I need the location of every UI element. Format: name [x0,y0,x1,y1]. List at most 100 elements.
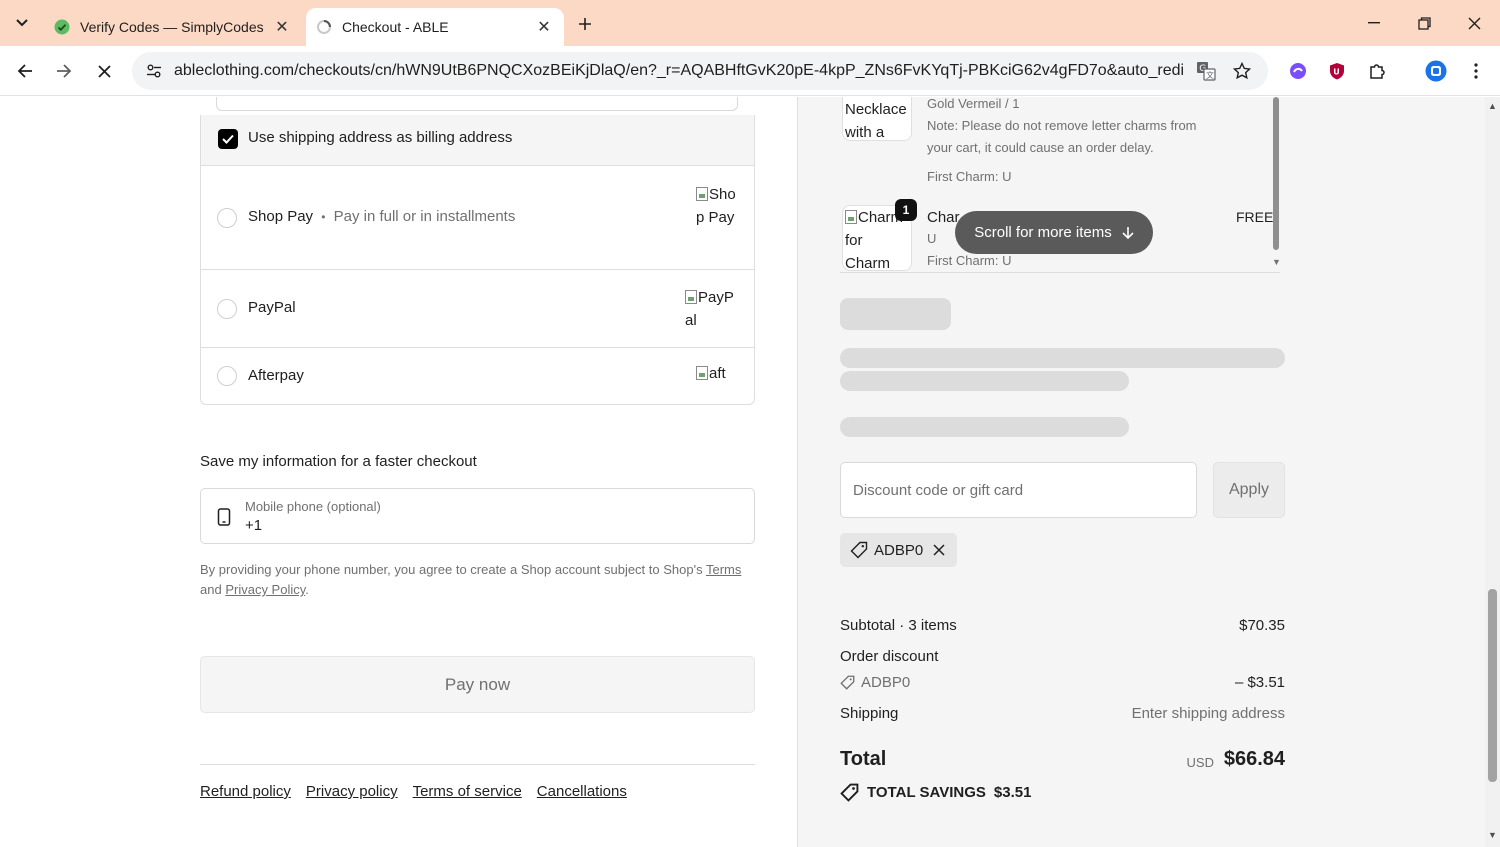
scroll-down-arrow-icon[interactable]: ▼ [1271,257,1282,267]
subtotal-label: Subtotal · 3 items [840,617,957,634]
cancellations-link[interactable]: Cancellations [537,783,627,800]
loading-favicon-icon [316,19,332,35]
chevron-down-icon [16,19,28,27]
shop-pay-logo-broken-image: Shop Pay [696,183,742,229]
svg-text:U: U [1333,68,1340,77]
close-window-button[interactable] [1452,8,1496,38]
legal-suffix: . [305,582,309,597]
back-button[interactable] [9,55,41,87]
order-discount-label: Order discount [840,648,939,665]
payment-option-paypal[interactable]: PayPal PayPal [201,270,754,348]
address-bar[interactable]: ableclothing.com/checkouts/cn/hWN9UtB6PN… [132,52,1268,90]
privacy-policy-link[interactable]: Privacy policy [306,783,398,800]
product-thumbnail-alt: Necklace with a [845,101,907,141]
tab-title: Verify Codes — SimplyCodes [80,19,264,35]
payment-option-afterpay[interactable]: Afterpay aft [201,348,754,404]
tag-icon [840,783,859,802]
shop-terms-link[interactable]: Terms [706,562,741,577]
remove-discount-icon[interactable] [933,544,945,556]
terms-of-service-link[interactable]: Terms of service [413,783,522,800]
tab-checkout[interactable]: Checkout - ABLE ✕ [306,8,564,46]
phone-icon [217,508,231,526]
extension-purple-icon [1290,63,1306,79]
billing-checkbox[interactable] [218,129,238,149]
checkmark-icon [222,134,234,144]
translate-button[interactable]: G文 [1192,57,1220,85]
close-tab-icon[interactable]: ✕ [272,17,292,37]
shield-icon: U [1330,63,1344,80]
paypal-logo-broken-image: PayPal [685,286,741,332]
minimize-icon [1368,22,1380,24]
item-price: FREE [1236,209,1274,225]
tag-icon [840,675,855,690]
scroll-hint-label: Scroll for more items [974,224,1112,241]
total-savings-label: TOTAL SAVINGS [867,784,986,801]
shop-pay-radio[interactable] [217,208,237,228]
apply-discount-button[interactable]: Apply [1213,462,1285,518]
forward-button[interactable] [48,55,80,87]
arrow-down-icon [1122,226,1134,239]
close-tab-icon[interactable]: ✕ [534,17,554,37]
browser-menu-button[interactable] [1460,55,1492,87]
scroll-down-arrow-icon[interactable]: ▼ [1487,830,1498,840]
item-title: Char [927,209,960,226]
order-discount-value: – $3.51 [1234,674,1285,691]
legal-prefix: By providing your phone number, you agre… [200,562,703,577]
simplycodes-favicon-icon [54,19,70,35]
afterpay-name: Afterpay [248,367,304,384]
subtotal-value: $70.35 [1239,617,1285,634]
discount-code-input[interactable]: Discount code or gift card [840,462,1197,518]
pay-now-button[interactable]: Pay now [200,656,755,713]
shop-privacy-policy-link[interactable]: Privacy Policy [225,582,305,597]
item-note: your cart, it could cause an order delay… [927,140,1154,155]
page-scrollbar-thumb[interactable] [1488,589,1497,782]
mobile-phone-input[interactable]: Mobile phone (optional) +1 [200,488,755,544]
shop-pay-subtitle: Pay in full or in installments [333,208,516,225]
browser-toolbar: ableclothing.com/checkouts/cn/hWN9UtB6PN… [0,46,1500,96]
item-property: First Charm: U [927,169,1012,184]
mobile-phone-value[interactable]: +1 [245,517,262,534]
tab-search-button[interactable] [8,9,36,37]
tab-simplycodes[interactable]: Verify Codes — SimplyCodes ✕ [44,8,302,46]
footer-links: Refund policy Privacy policy Terms of se… [200,783,627,800]
refund-policy-link[interactable]: Refund policy [200,783,291,800]
ublock-extension-button[interactable]: U [1321,55,1353,87]
profile-button[interactable] [1420,55,1452,87]
line-items-scrollbar[interactable] [1273,97,1279,250]
minimize-button[interactable] [1352,8,1396,38]
afterpay-radio[interactable] [217,366,237,386]
paypal-radio[interactable] [217,299,237,319]
close-icon [97,64,111,78]
scroll-up-arrow-icon[interactable]: ▲ [1487,101,1498,111]
quantity-badge: 1 [895,199,917,221]
broken-image-icon [845,210,857,224]
close-icon [1468,17,1480,29]
footer-divider [200,764,755,765]
item-variant: U [927,231,937,246]
extension-button[interactable] [1282,55,1314,87]
shop-pay-name: Shop Pay [248,208,314,225]
puzzle-icon [1370,64,1385,79]
new-tab-button[interactable] [572,11,598,37]
tune-icon [147,64,161,78]
order-discount-code: ADBP0 [840,674,910,691]
scroll-for-more-items-button[interactable]: Scroll for more items [955,211,1153,254]
tag-icon [850,541,868,559]
shop-account-legal-text: By providing your phone number, you agre… [200,560,760,600]
loading-skeleton [840,371,1129,391]
payment-option-shop-pay[interactable]: Shop Pay • Pay in full or in installment… [201,166,754,270]
translate-icon: G文 [1197,62,1216,81]
address-field[interactable] [216,97,738,111]
separator-dot: • [321,210,326,224]
billing-checkbox-label[interactable]: Use shipping address as billing address [248,129,512,146]
extensions-menu-button[interactable] [1361,55,1393,87]
url-text[interactable]: ableclothing.com/checkouts/cn/hWN9UtB6PN… [174,52,1184,90]
payment-option-label: Shop Pay • Pay in full or in installment… [248,208,515,225]
loading-skeleton [840,298,951,330]
bookmark-button[interactable] [1228,57,1256,85]
restore-button[interactable] [1402,8,1446,38]
paypal-name: PayPal [248,299,296,316]
stop-loading-button[interactable] [88,55,120,87]
checkout-page: Use shipping address as billing address … [0,97,1500,847]
site-info-button[interactable] [140,57,168,85]
